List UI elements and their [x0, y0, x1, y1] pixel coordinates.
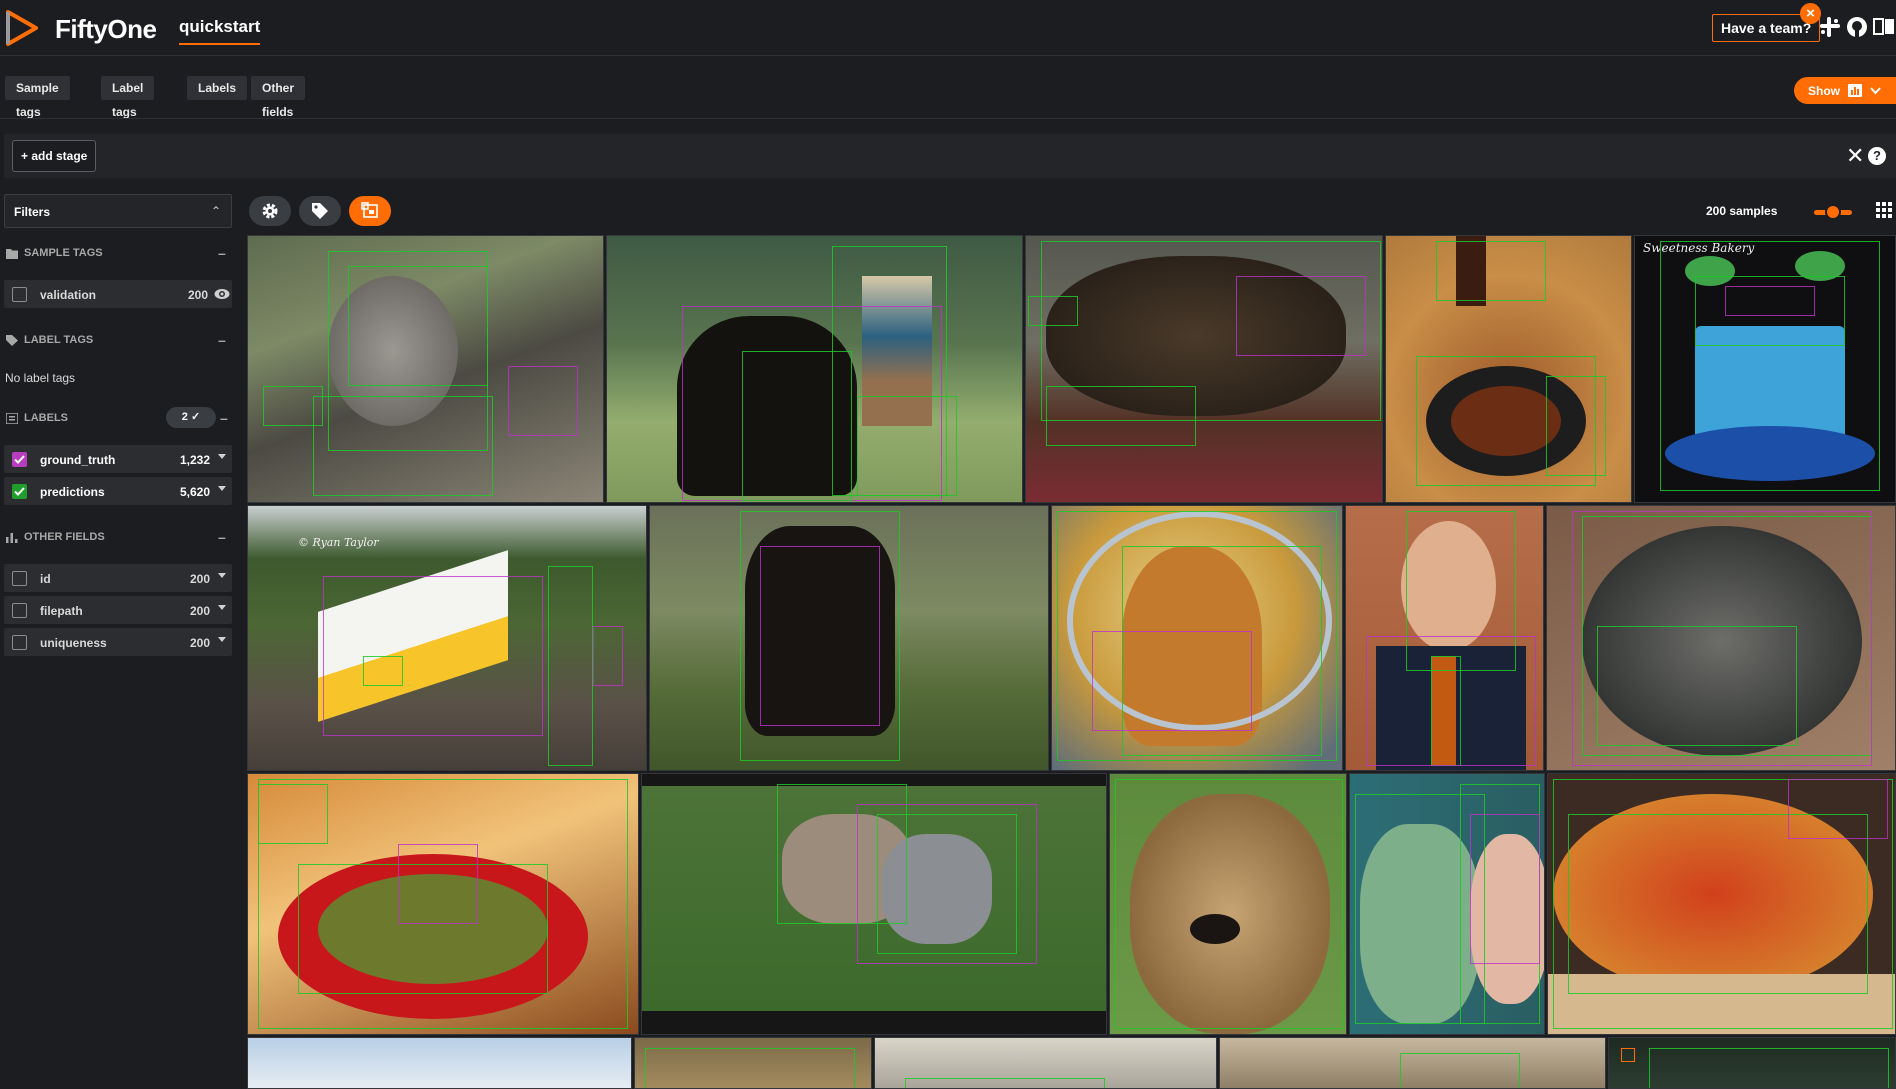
sample-tile[interactable] [874, 1037, 1217, 1089]
checkbox[interactable] [12, 603, 27, 618]
sample-tile[interactable] [247, 1037, 632, 1089]
top-bar: FiftyOne quickstart Have a team? × [0, 0, 1896, 56]
add-stage-button[interactable]: + add stage [12, 140, 97, 172]
collapse-icon[interactable]: – [218, 529, 226, 545]
docs-icon[interactable] [1872, 15, 1896, 39]
field-count: 200 [189, 636, 210, 650]
chevron-up-icon[interactable]: ⌃ [211, 204, 221, 218]
collapse-icon[interactable]: – [218, 245, 226, 261]
field-row-id[interactable]: id 200 [4, 564, 232, 592]
field-name: predictions [40, 485, 105, 499]
samples-count: 200 samples [1706, 204, 1778, 218]
collapse-icon[interactable]: – [218, 332, 226, 348]
tag-icon [312, 203, 328, 219]
patches-button[interactable] [349, 196, 391, 226]
section-title: SAMPLE TAGS [24, 247, 103, 259]
checkbox[interactable] [12, 571, 27, 586]
app-name[interactable]: FiftyOne [55, 14, 157, 45]
slack-icon[interactable] [1818, 15, 1842, 39]
github-icon[interactable] [1845, 15, 1869, 39]
sample-tile[interactable] [1608, 1037, 1896, 1089]
field-row-uniqueness[interactable]: uniqueness 200 [4, 628, 232, 656]
chart-icon [1848, 84, 1862, 97]
checkbox[interactable] [12, 452, 27, 467]
field-count: 200 [189, 572, 210, 586]
show-label: Show [1808, 84, 1840, 98]
zoom-slider-thumb[interactable] [1825, 204, 1841, 220]
sample-tile[interactable] [1385, 235, 1632, 503]
sample-tile[interactable] [247, 773, 639, 1035]
expand-caret-icon[interactable] [218, 454, 226, 459]
grid-view-icon[interactable] [1876, 202, 1892, 218]
sample-tile[interactable] [247, 235, 604, 503]
clear-view-close-icon[interactable]: ✕ [1846, 145, 1864, 167]
field-count: 5,620 [179, 485, 210, 499]
help-icon[interactable]: ? [1868, 147, 1886, 165]
checkbox[interactable] [12, 287, 27, 302]
sample-tile[interactable]: © Ryan Taylor [247, 505, 647, 771]
divider [0, 118, 1896, 119]
expand-caret-icon[interactable] [218, 605, 226, 610]
fiftyone-logo-icon[interactable] [4, 8, 40, 48]
labels-icon [6, 413, 18, 424]
folder-icon [6, 249, 18, 259]
field-count: 200 [189, 604, 210, 618]
sample-tile[interactable] [641, 773, 1107, 1035]
field-row-filepath[interactable]: filepath 200 [4, 596, 232, 624]
expand-caret-icon[interactable] [218, 637, 226, 642]
tab-label-tags[interactable]: Label tags [101, 76, 155, 119]
sample-tile[interactable] [1219, 1037, 1606, 1089]
field-name: ground_truth [40, 453, 116, 467]
sample-tile[interactable] [1547, 773, 1896, 1035]
tag-icon [6, 335, 18, 346]
view-bar[interactable] [4, 134, 1896, 178]
gear-icon [262, 203, 278, 219]
bar-chart-icon [6, 533, 18, 543]
expand-caret-icon[interactable] [218, 486, 226, 491]
field-name: id [40, 572, 51, 586]
expand-caret-icon[interactable] [218, 573, 226, 578]
eye-icon[interactable] [214, 288, 230, 300]
collapse-icon[interactable]: – [220, 410, 228, 426]
field-name: uniqueness [40, 636, 107, 650]
section-title: OTHER FIELDS [24, 531, 105, 543]
field-name: validation [40, 288, 97, 302]
sample-tile[interactable] [1025, 235, 1383, 503]
show-button[interactable]: Show [1794, 77, 1896, 104]
tab-other-fields[interactable]: Other fields [251, 76, 306, 119]
sample-tile[interactable] [1546, 505, 1896, 771]
sample-tile[interactable] [634, 1037, 872, 1089]
dataset-selector[interactable]: quickstart [179, 17, 261, 45]
watermark-text: © Ryan Taylor [298, 536, 379, 549]
settings-button[interactable] [249, 196, 291, 226]
tab-labels[interactable]: Labels [187, 76, 248, 100]
section-title: LABELS [24, 412, 68, 424]
sample-tile[interactable] [1345, 505, 1544, 771]
sample-tile[interactable] [1109, 773, 1347, 1035]
sample-tag-row-validation[interactable]: validation 200 [4, 280, 232, 308]
checkbox[interactable] [12, 635, 27, 650]
label-row-predictions[interactable]: predictions 5,620 [4, 477, 232, 505]
patches-icon [361, 202, 378, 218]
tab-sample-tags[interactable]: Sample tags [5, 76, 70, 119]
sample-tile[interactable] [606, 235, 1023, 503]
label-row-ground-truth[interactable]: ground_truth 1,232 [4, 445, 232, 473]
filters-title: Filters [14, 205, 51, 219]
field-name: filepath [40, 604, 83, 618]
chevron-down-icon [1870, 87, 1881, 95]
field-count: 1,232 [179, 453, 210, 467]
sample-tile[interactable]: Sweetness Bakery [1634, 235, 1896, 503]
sample-tile[interactable] [1349, 773, 1545, 1035]
tag-button[interactable] [299, 196, 341, 226]
sample-tile[interactable] [1051, 505, 1343, 771]
sample-tile[interactable] [649, 505, 1049, 771]
section-title: LABEL TAGS [24, 334, 94, 346]
field-count: 200 [187, 288, 208, 302]
checkbox[interactable] [12, 484, 27, 499]
labels-select-all-badge[interactable]: 2 ✓ [166, 407, 216, 428]
empty-label-tags-text: No label tags [5, 371, 76, 385]
filters-header[interactable]: Filters ⌃ [4, 194, 232, 228]
